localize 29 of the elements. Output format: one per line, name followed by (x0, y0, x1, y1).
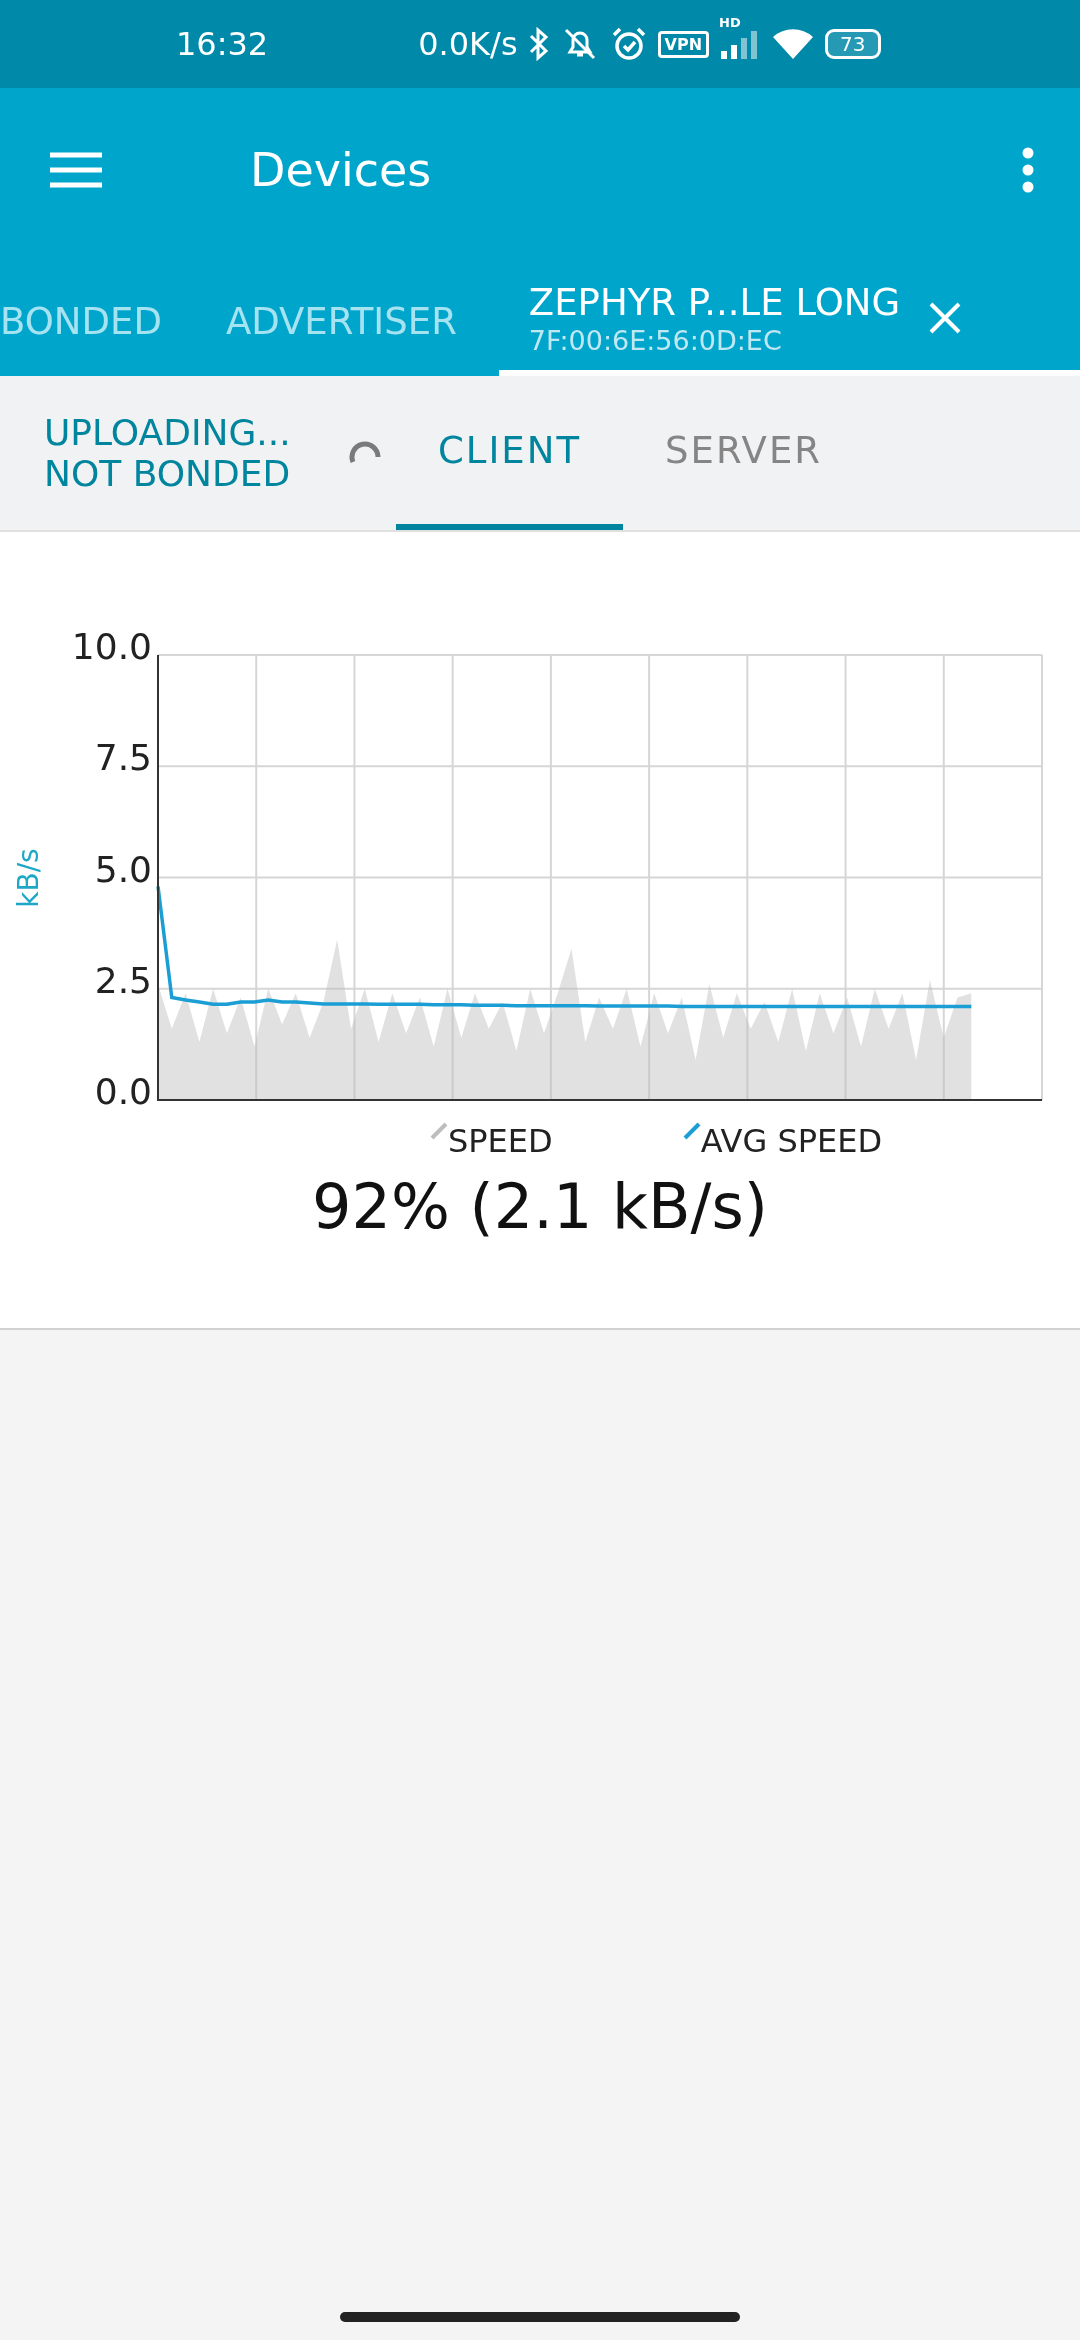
close-icon[interactable] (928, 301, 963, 335)
axis-tick-label: 0.0 (94, 1071, 152, 1112)
wifi-icon (771, 27, 816, 61)
clock: 16:32 (176, 25, 269, 63)
menu-icon[interactable] (50, 152, 102, 188)
network-speed: 0.0K/s (418, 25, 518, 63)
legend-label: AVG SPEED (700, 1122, 883, 1160)
axis-title: kB/s (12, 848, 45, 908)
axis-tick-label: 5.0 (94, 848, 152, 890)
connection-state: UPLOADING... (44, 412, 292, 453)
hd-label: HD (719, 15, 741, 30)
role-tab[interactable]: SERVER (623, 376, 864, 530)
more-options-icon[interactable] (1022, 147, 1034, 193)
device-tab[interactable]: BONDED (0, 252, 226, 376)
axis-tick-label: 7.5 (94, 737, 152, 779)
device-name: ZEPHYR P...LE LONG (528, 280, 901, 325)
device-address: 7F:00:6E:56:0D:EC (528, 324, 783, 356)
axis-tick-label: 10.0 (71, 626, 152, 667)
bond-state: NOT BONDED (44, 453, 292, 494)
legend-swatch-icon (430, 1122, 448, 1140)
vpn-badge: VPN (657, 30, 710, 58)
axis-tick-label: 2.5 (94, 959, 152, 1001)
battery-indicator: 73 (825, 29, 881, 59)
legend-swatch-icon (682, 1122, 701, 1140)
progress-text: 92% (2.1 kB/s) (311, 1170, 769, 1243)
device-tab[interactable]: ADVERTISER (225, 252, 499, 376)
app-title: Devices (250, 143, 432, 197)
legend-label: SPEED (448, 1122, 553, 1160)
bluetooth-icon (527, 27, 550, 61)
